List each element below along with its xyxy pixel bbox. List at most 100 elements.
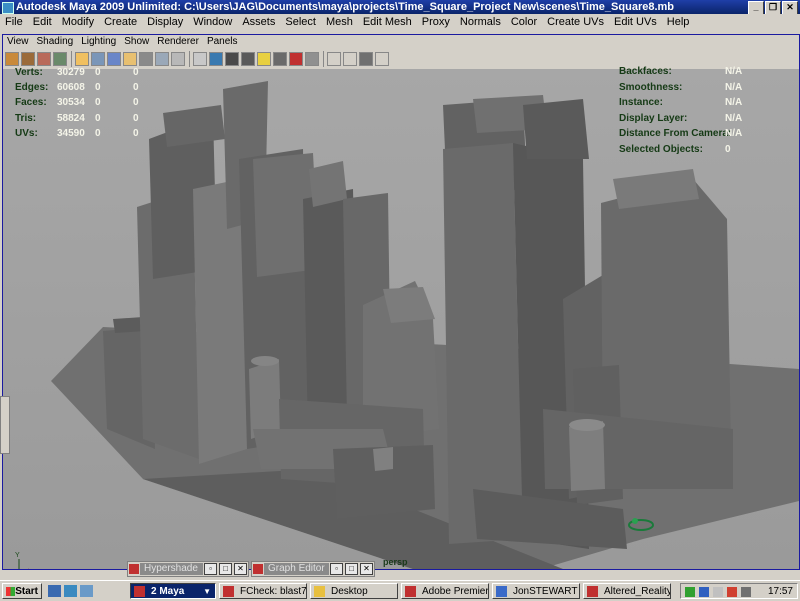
camera-icon[interactable] — [5, 52, 19, 66]
task-desktop[interactable]: Desktop — [310, 583, 398, 599]
hud-label: Distance From Camera: — [619, 128, 732, 139]
antivirus-icon[interactable] — [699, 587, 709, 597]
close-button[interactable]: ✕ — [782, 1, 798, 15]
maya-app-icon[interactable] — [2, 2, 14, 14]
task-maya[interactable]: 2 Maya ▼ — [130, 583, 216, 599]
media-player-icon[interactable] — [80, 585, 93, 597]
start-label: Start — [15, 586, 38, 597]
hud-value: 34590 — [57, 128, 85, 139]
panel-menu-lighting[interactable]: Lighting — [77, 35, 120, 49]
hypershade-panel[interactable]: Hypershade ▫ □ ✕ — [127, 561, 249, 577]
isolate-icon[interactable] — [305, 52, 319, 66]
menu-create[interactable]: Create — [99, 14, 142, 30]
hud-value: 58824 — [57, 113, 85, 124]
toolbar-separator — [323, 51, 324, 67]
menu-edit-mesh[interactable]: Edit Mesh — [358, 14, 417, 30]
shadows-icon[interactable] — [273, 52, 287, 66]
minimize-button[interactable]: _ — [748, 1, 764, 15]
image-plane-icon[interactable] — [53, 52, 67, 66]
menu-file[interactable]: File — [0, 14, 28, 30]
folder-icon — [314, 586, 325, 597]
wireframe-on-shaded-icon[interactable] — [171, 52, 185, 66]
menu-proxy[interactable]: Proxy — [417, 14, 455, 30]
task-premiere[interactable]: Adobe Premiere... — [401, 583, 489, 599]
restore-button[interactable]: ❐ — [765, 1, 781, 15]
menu-select[interactable]: Select — [280, 14, 321, 30]
lights-icon[interactable] — [241, 52, 255, 66]
hud-value: 0 — [133, 97, 139, 108]
frame-selected-icon[interactable] — [343, 52, 357, 66]
hud-value: 0 — [95, 113, 101, 124]
two-panel-icon[interactable] — [375, 52, 389, 66]
hud-value: 60608 — [57, 82, 85, 93]
xray-icon[interactable] — [193, 52, 207, 66]
textured-icon[interactable] — [209, 52, 223, 66]
menu-mesh[interactable]: Mesh — [321, 14, 358, 30]
toolbar-separator — [189, 51, 190, 67]
volume-icon[interactable] — [741, 587, 751, 597]
cube-view-icon[interactable] — [359, 52, 373, 66]
panel-menu-view[interactable]: View — [3, 35, 33, 49]
bookmark-icon[interactable] — [37, 52, 51, 66]
resolution-gate-icon[interactable] — [107, 52, 121, 66]
graph-editor-icon — [253, 564, 263, 574]
restore-button[interactable]: ▫ — [204, 563, 217, 575]
maximize-button[interactable]: □ — [345, 563, 358, 575]
premiere-icon — [405, 586, 416, 597]
close-button[interactable]: ✕ — [360, 563, 373, 575]
graph-editor-title: Graph Editor — [264, 563, 329, 575]
hud-label: Edges: — [15, 82, 49, 93]
menu-help[interactable]: Help — [662, 14, 695, 30]
menu-assets[interactable]: Assets — [237, 14, 280, 30]
restore-button[interactable]: ▫ — [330, 563, 343, 575]
windows-flag-icon — [6, 587, 15, 596]
menu-normals[interactable]: Normals — [455, 14, 506, 30]
light-bulb-icon[interactable] — [257, 52, 271, 66]
maximize-button[interactable]: □ — [219, 563, 232, 575]
camera-attributes-icon[interactable] — [21, 52, 35, 66]
grid-toggle-icon[interactable] — [75, 52, 89, 66]
panel-menu-shading[interactable]: Shading — [33, 35, 78, 49]
taskbar: Start 2 Maya ▼ FCheck: blast7.... Desktop… — [0, 580, 800, 601]
hud-value: 0 — [133, 82, 139, 93]
hud-label: Backfaces: — [619, 66, 672, 77]
start-button[interactable]: Start — [2, 583, 42, 599]
usb-icon[interactable] — [713, 587, 723, 597]
safe-action-icon[interactable] — [123, 52, 137, 66]
hud-poly-count: Verts: 30279 0 0 Edges: 60608 0 0 Faces: 30534 0… — [15, 67, 155, 147]
hud-label: UVs: — [15, 128, 38, 139]
high-quality-icon[interactable] — [289, 52, 303, 66]
side-panel-handle[interactable] — [0, 396, 10, 454]
perspective-viewport[interactable]: View Shading Lighting Show Renderer Pane… — [2, 34, 800, 570]
hud-value: 30534 — [57, 97, 85, 108]
menu-modify[interactable]: Modify — [57, 14, 99, 30]
hud-value: 30279 — [57, 67, 85, 78]
graph-editor-panel[interactable]: Graph Editor ▫ □ ✕ — [251, 561, 375, 577]
wireframe-icon[interactable] — [139, 52, 153, 66]
close-button[interactable]: ✕ — [234, 563, 247, 575]
shaded-box-icon[interactable] — [225, 52, 239, 66]
panel-menu-renderer[interactable]: Renderer — [153, 35, 203, 49]
film-gate-icon[interactable] — [91, 52, 105, 66]
menu-display[interactable]: Display — [142, 14, 188, 30]
menu-window[interactable]: Window — [188, 14, 237, 30]
show-desktop-icon[interactable] — [48, 585, 61, 597]
task-fcheck[interactable]: FCheck: blast7.... — [219, 583, 307, 599]
internet-explorer-icon[interactable] — [64, 585, 77, 597]
update-icon[interactable] — [727, 587, 737, 597]
task-label: Desktop — [331, 586, 368, 597]
hud-value: N/A — [725, 128, 743, 139]
menu-create-uvs[interactable]: Create UVs — [542, 14, 609, 30]
network-icon[interactable] — [685, 587, 695, 597]
panel-menu-panels[interactable]: Panels — [203, 35, 242, 49]
menu-edit-uvs[interactable]: Edit UVs — [609, 14, 662, 30]
menu-color[interactable]: Color — [506, 14, 542, 30]
smooth-shade-icon[interactable] — [155, 52, 169, 66]
task-jonstewart[interactable]: JonSTEWART ... — [492, 583, 580, 599]
frame-all-icon[interactable] — [327, 52, 341, 66]
task-altered-reality[interactable]: Altered_Reality_... — [583, 583, 671, 599]
menu-edit[interactable]: Edit — [28, 14, 57, 30]
hud-label: Instance: — [619, 97, 663, 108]
panel-menu-show[interactable]: Show — [120, 35, 153, 49]
maya-icon — [587, 586, 598, 597]
